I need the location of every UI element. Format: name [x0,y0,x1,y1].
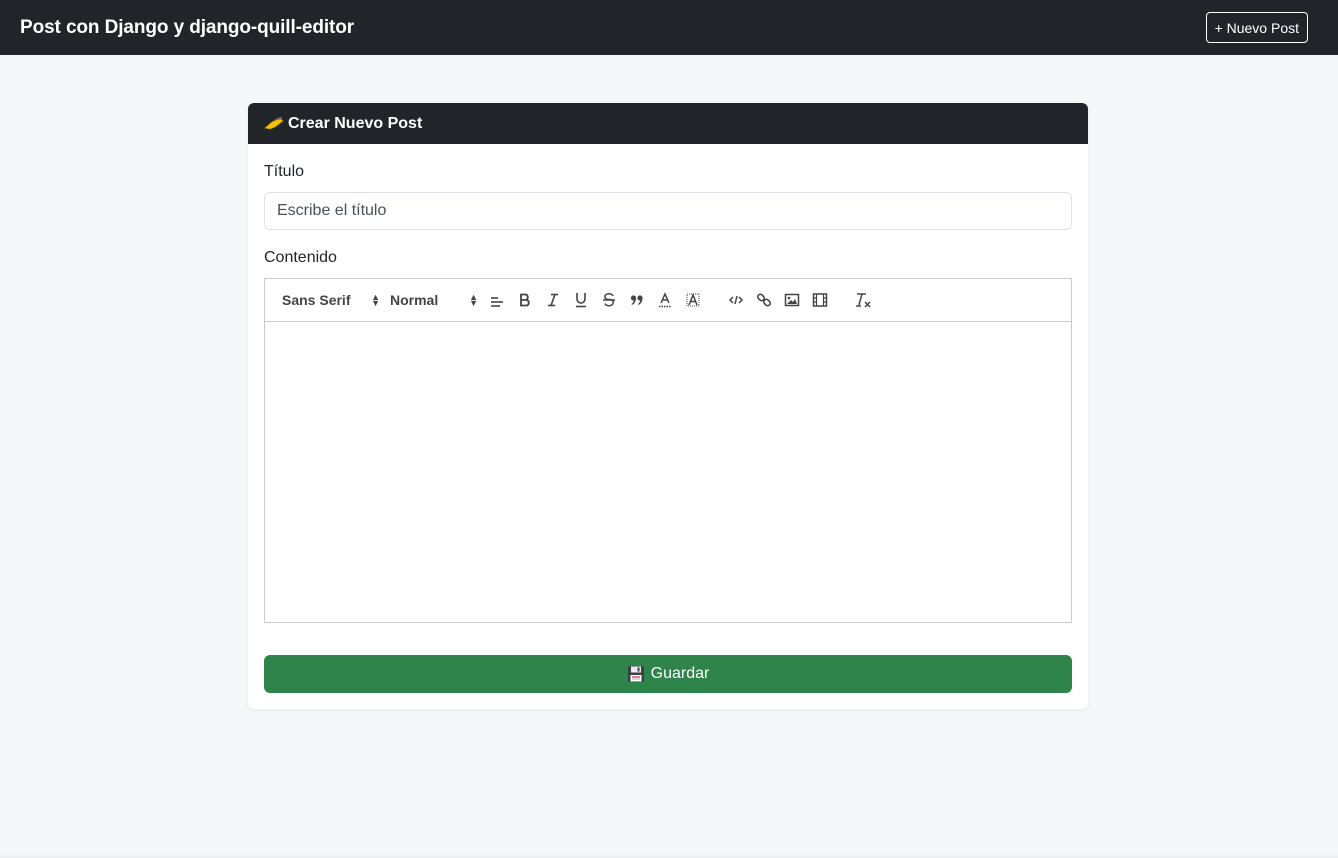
strike-icon [603,293,615,307]
font-picker-value: Sans Serif [282,292,351,308]
editor-toolbar: Sans Serif ▲ ▼ Normal ▲ ▼ [265,279,1071,322]
video-icon [812,293,828,307]
title-input[interactable] [264,192,1072,230]
background-color-icon [686,292,700,307]
clean-format-icon [856,293,871,308]
bold-button[interactable] [511,288,539,312]
code-button[interactable] [722,288,750,312]
strike-button[interactable] [595,288,623,312]
blockquote-icon [630,295,643,305]
quill-editor: Sans Serif ▲ ▼ Normal ▲ ▼ [264,278,1072,623]
italic-icon [548,293,558,307]
underline-button[interactable] [567,288,595,312]
create-post-card: Crear Nuevo Post Título Contenido Sans S… [248,103,1088,709]
text-color-button[interactable] [651,288,679,312]
picker-arrows-icon: ▲ ▼ [371,292,380,308]
link-icon [756,293,772,307]
blockquote-button[interactable] [623,288,651,312]
align-icon [491,297,503,307]
text-color-icon [659,292,671,308]
title-label: Título [264,163,305,180]
editor-content-area[interactable] [265,322,1071,622]
content-label: Contenido [264,249,337,266]
code-icon [728,295,744,305]
video-button[interactable] [806,288,834,312]
link-button[interactable] [750,288,778,312]
page-bottom-edge [0,853,1338,858]
writing-hand-icon [264,116,284,131]
clean-format-button[interactable] [849,288,877,312]
align-button[interactable] [483,288,511,312]
italic-button[interactable] [539,288,567,312]
navbar: Post con Django y django-quill-editor + … [0,0,1338,55]
underline-icon [576,293,586,308]
image-button[interactable] [778,288,806,312]
size-picker[interactable]: Normal ▲ ▼ [385,288,483,312]
save-button[interactable]: Guardar [264,655,1072,693]
navbar-brand[interactable]: Post con Django y django-quill-editor [20,17,354,39]
floppy-disk-icon [627,665,645,683]
card-title: Crear Nuevo Post [288,114,423,132]
picker-arrows-icon: ▲ ▼ [469,292,478,308]
save-button-label: Guardar [650,665,710,682]
new-post-button[interactable]: + Nuevo Post [1205,12,1308,43]
size-picker-value: Normal [390,292,439,308]
card-header: Crear Nuevo Post [248,103,1088,144]
font-picker[interactable]: Sans Serif ▲ ▼ [277,288,385,312]
image-icon [784,293,800,307]
bold-icon [520,293,530,307]
background-color-button[interactable] [679,288,707,312]
